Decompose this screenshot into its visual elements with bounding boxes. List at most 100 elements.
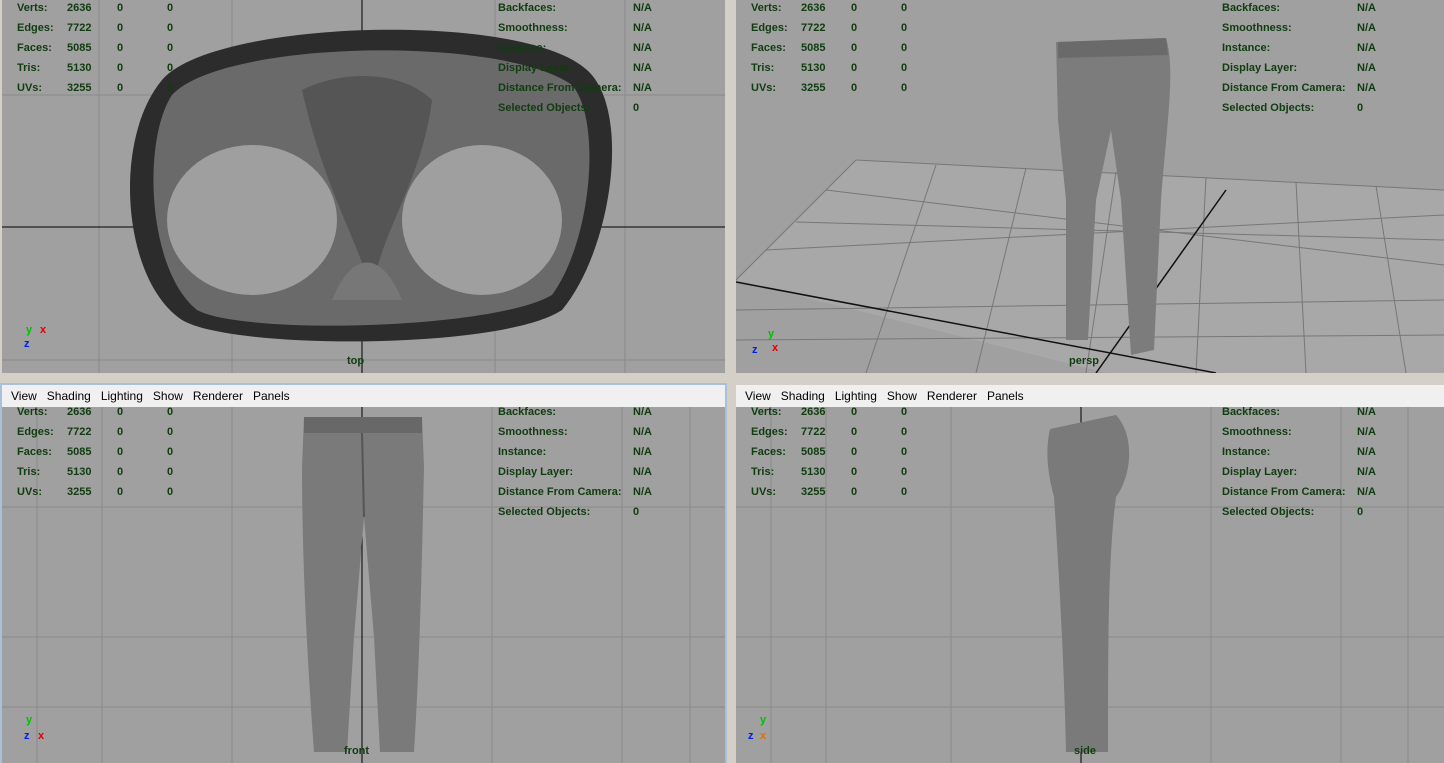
viewport-panel-side[interactable]: View Shading Lighting Show Renderer Pane… (736, 385, 1444, 763)
stat-row: Edges: 7722 0 0 (751, 18, 951, 38)
info-label: Instance: (498, 42, 547, 54)
stat-value: 2636 (67, 2, 92, 14)
stat-value: 3255 (67, 486, 92, 498)
info-label: Distance From Camera: (1222, 486, 1346, 498)
menu-show[interactable]: Show (148, 389, 188, 403)
stat-value: 0 (851, 486, 858, 498)
stat-row: UVs: 3255 0 0 (751, 482, 951, 502)
stat-label: Faces: (751, 42, 786, 54)
stat-row: Tris: 5130 0 0 (17, 58, 217, 78)
axis-y-label: y (768, 328, 775, 340)
stat-value: 2636 (801, 406, 826, 418)
info-label: Display Layer: (498, 62, 574, 74)
stat-value: 5085 (67, 42, 92, 54)
axis-gizmo-icon: y z x (24, 714, 45, 742)
stat-value: 0 (167, 446, 174, 458)
viewport-panel-top[interactable]: Verts: 2636 0 0 Edges: 7722 0 0 Faces: 5085 0 0 T… (2, 0, 725, 373)
info-value: N/A (633, 2, 652, 14)
poly-count-hud: Verts: 2636 0 0 Edges: 7722 0 0 Faces: 5085 0 0 T… (17, 0, 217, 98)
info-row: Distance From Camera: N/A (1222, 482, 1422, 502)
info-row: Display Layer: N/A (1222, 462, 1422, 482)
info-value: N/A (633, 62, 652, 74)
stat-value: 0 (851, 82, 858, 94)
menu-view[interactable]: View (740, 389, 776, 403)
info-value: 0 (1357, 506, 1364, 518)
menu-shading[interactable]: Shading (42, 389, 96, 403)
info-label: Instance: (498, 446, 547, 458)
menu-view[interactable]: View (6, 389, 42, 403)
info-label: Display Layer: (1222, 466, 1298, 478)
stat-label: UVs: (751, 82, 777, 94)
info-row: Selected Objects: 0 (1222, 98, 1422, 118)
axis-gizmo-icon: y z x (748, 714, 767, 742)
info-label: Selected Objects: (1222, 506, 1315, 518)
stat-value: 0 (167, 62, 174, 74)
info-value: N/A (1357, 486, 1376, 498)
stat-value: 7722 (67, 22, 92, 34)
axis-gizmo: y x z (22, 323, 62, 363)
menu-lighting[interactable]: Lighting (96, 389, 148, 403)
info-label: Selected Objects: (498, 506, 591, 518)
stat-value: 0 (901, 406, 908, 418)
info-label: Distance From Camera: (498, 486, 622, 498)
info-row: Backfaces: N/A (1222, 0, 1422, 18)
stat-row: Faces: 5085 0 0 (751, 442, 951, 462)
stat-value: 5085 (801, 446, 826, 458)
stat-value: 0 (851, 466, 858, 478)
info-label: Smoothness: (498, 426, 568, 438)
poly-count-hud: Verts: 2636 0 0 Edges: 7722 0 0 Faces: 5085 0 0 T… (17, 402, 217, 502)
info-row: Instance: N/A (498, 442, 698, 462)
stat-value: 0 (901, 466, 908, 478)
info-label: Instance: (1222, 446, 1271, 458)
stat-value: 5085 (801, 42, 826, 54)
stat-label: Edges: (17, 22, 54, 34)
stat-value: 3255 (801, 486, 826, 498)
axis-gizmo: y z x (746, 711, 786, 751)
info-value: 0 (633, 506, 640, 518)
stat-value: 3255 (801, 82, 826, 94)
stat-value: 0 (117, 426, 124, 438)
menu-panels[interactable]: Panels (248, 389, 295, 403)
axis-z-label: z (752, 344, 758, 356)
stat-value: 0 (167, 486, 174, 498)
info-label: Selected Objects: (498, 102, 591, 114)
stat-row: Edges: 7722 0 0 (751, 422, 951, 442)
info-label: Backfaces: (1222, 406, 1281, 418)
stat-value: 0 (117, 446, 124, 458)
camera-label-top: top (347, 355, 365, 367)
stat-value: 0 (117, 62, 124, 74)
stat-row: Faces: 5085 0 0 (17, 38, 217, 58)
poly-count-hud: Verts: 2636 0 0 Edges: 7722 0 0 Faces: 5085 0 0 T… (751, 402, 951, 502)
info-row: Smoothness: N/A (498, 422, 698, 442)
stat-label: Faces: (17, 446, 52, 458)
stat-row: Tris: 5130 0 0 (751, 462, 951, 482)
info-value: N/A (1357, 82, 1376, 94)
object-info-hud: Backfaces: N/A Smoothness: N/A Instance: N/… (498, 402, 698, 522)
menu-renderer[interactable]: Renderer (188, 389, 248, 403)
info-label: Backfaces: (498, 406, 557, 418)
object-info-hud: Backfaces: N/A Smoothness: N/A Instance: N/… (1222, 0, 1422, 118)
info-label: Selected Objects: (1222, 102, 1315, 114)
menu-lighting[interactable]: Lighting (830, 389, 882, 403)
stat-label: Faces: (17, 42, 52, 54)
menu-show[interactable]: Show (882, 389, 922, 403)
stat-row: UVs: 3255 0 0 (17, 78, 217, 98)
stat-value: 0 (167, 82, 174, 94)
info-row: Selected Objects: 0 (498, 502, 698, 522)
info-row: Backfaces: N/A (498, 0, 698, 18)
info-value: N/A (1357, 426, 1376, 438)
stat-value: 0 (117, 2, 124, 14)
stat-value: 0 (901, 82, 908, 94)
stat-row: Tris: 5130 0 0 (17, 462, 217, 482)
menu-shading[interactable]: Shading (776, 389, 830, 403)
info-value: N/A (1357, 466, 1376, 478)
viewport-panel-front[interactable]: View Shading Lighting Show Renderer Pane… (0, 383, 727, 763)
axis-gizmo: y z x (750, 323, 790, 363)
stat-row: Edges: 7722 0 0 (17, 18, 217, 38)
axis-z-label: z (24, 338, 30, 350)
menu-renderer[interactable]: Renderer (922, 389, 982, 403)
info-value: N/A (633, 486, 652, 498)
stat-value: 0 (167, 22, 174, 34)
viewport-panel-persp[interactable]: Verts: 2636 0 0 Edges: 7722 0 0 Faces: 5085 0 0 T… (736, 0, 1444, 373)
menu-panels[interactable]: Panels (982, 389, 1029, 403)
